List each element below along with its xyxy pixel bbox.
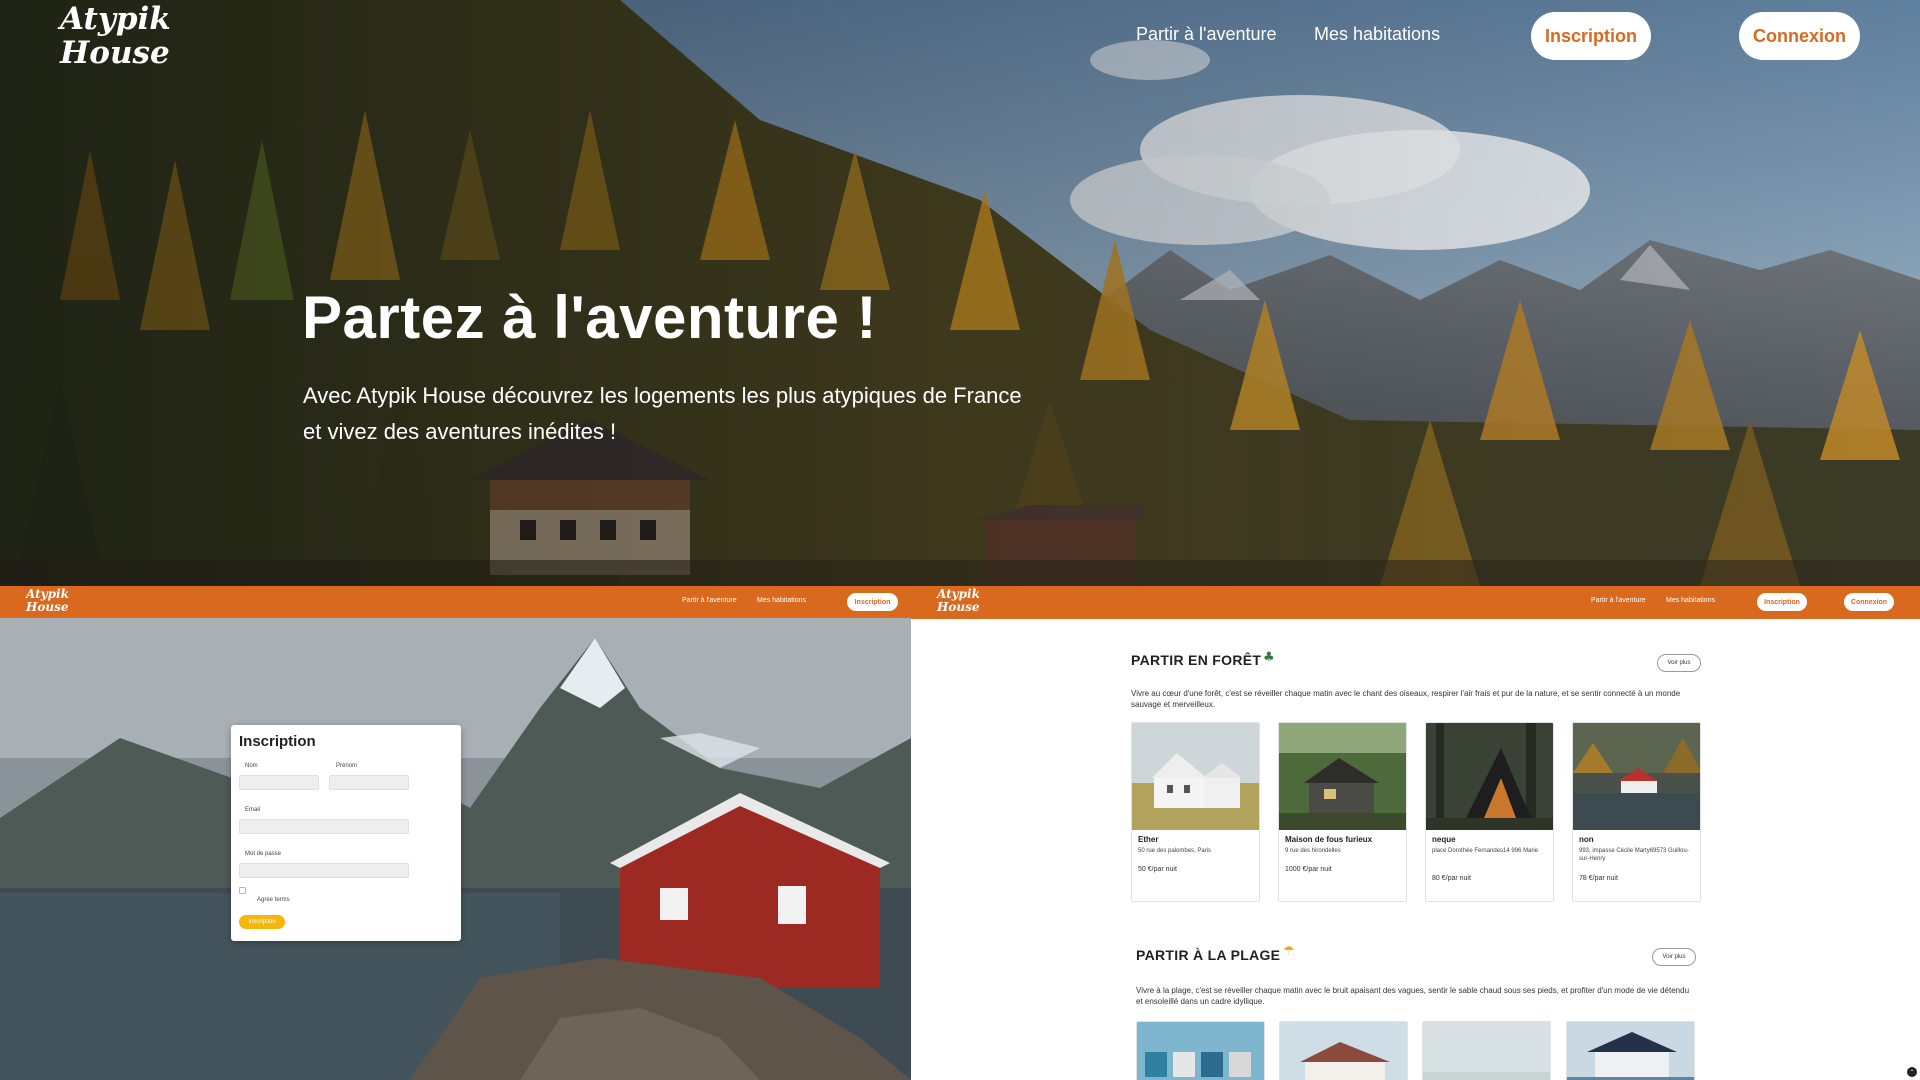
listing-name: Ether bbox=[1138, 835, 1159, 844]
listing-card[interactable]: non 993, impasse Cécile Marty69573 Guill… bbox=[1572, 722, 1701, 902]
mini-logo[interactable]: Atypik House bbox=[26, 588, 69, 614]
hero-subtitle: Avec Atypik House découvrez les logement… bbox=[303, 383, 1022, 444]
listing-address: 50 rue des palombes, Paris bbox=[1138, 848, 1212, 854]
umbrella-icon: ☂ bbox=[1283, 944, 1295, 959]
signup-button[interactable]: Inscription bbox=[1531, 12, 1651, 60]
email-label: Email bbox=[245, 807, 261, 813]
tree-icon: ♣ bbox=[1263, 650, 1275, 665]
listing-name: neque bbox=[1432, 835, 1456, 844]
listing-card[interactable] bbox=[1279, 1021, 1408, 1080]
listing-name: non bbox=[1579, 835, 1594, 844]
nav-link-homes[interactable]: Mes habitations bbox=[1314, 24, 1440, 45]
logo-line-2: House bbox=[26, 600, 69, 614]
nav-link-adventure[interactable]: Partir à l'aventure bbox=[1591, 597, 1646, 604]
login-button[interactable]: Connexion bbox=[1844, 593, 1894, 611]
listing-card[interactable] bbox=[1566, 1021, 1695, 1080]
nom-label: Nom bbox=[245, 763, 258, 769]
password-label: Mot de passe bbox=[245, 851, 282, 857]
hero-overlay bbox=[0, 0, 1920, 586]
listing-address: 993, impasse Cécile Marty69573 Guillou-s… bbox=[1579, 848, 1689, 862]
listing-card[interactable]: Maison de fous furieux 9 rue des hironde… bbox=[1278, 722, 1407, 902]
beach-see-more-button[interactable]: Voir plus bbox=[1652, 948, 1696, 966]
nav-link-homes[interactable]: Mes habitations bbox=[1666, 597, 1715, 604]
listing-card[interactable]: neque place Dorothée Fernandes14 996 Mar… bbox=[1425, 722, 1554, 902]
beach-description: Vivre à la plage, c'est se réveiller cha… bbox=[1136, 986, 1690, 1006]
composite-screenshot: Atypik House Partir à l'aventure Mes hab… bbox=[0, 0, 1920, 1080]
hero-section: Atypik House Partir à l'aventure Mes hab… bbox=[0, 0, 1920, 586]
form-title: Inscription bbox=[239, 733, 316, 750]
listing-photo bbox=[1426, 723, 1553, 830]
beach-section-title: PARTIR À LA PLAGE bbox=[1136, 947, 1281, 963]
nom-input[interactable] bbox=[239, 775, 319, 790]
listing-photo bbox=[1137, 1022, 1264, 1080]
hero-navbar: Partir à l'aventure Mes habitations Insc… bbox=[0, 0, 1920, 70]
listing-card[interactable] bbox=[1136, 1021, 1265, 1080]
listing-card[interactable]: Ether 50 rue des palombes, Paris 50 €/pa… bbox=[1131, 722, 1260, 902]
logo-line-2: House bbox=[937, 600, 980, 614]
listing-photo bbox=[1573, 723, 1700, 830]
listing-price: 78 €/par nuit bbox=[1579, 875, 1618, 882]
listings-page-preview: Atypik House Partir à l'aventure Mes hab… bbox=[911, 586, 1920, 1080]
terms-label: Agree terms bbox=[257, 897, 290, 903]
listing-photo bbox=[1132, 723, 1259, 830]
forest-description: Vivre au cœur d'une forêt, c'est se réve… bbox=[1131, 689, 1681, 709]
mini-logo[interactable]: Atypik House bbox=[937, 588, 980, 614]
nav-link-adventure[interactable]: Partir à l'aventure bbox=[1136, 24, 1277, 45]
signup-button[interactable]: Inscription bbox=[1757, 593, 1807, 611]
nav-link-homes[interactable]: Mes habitations bbox=[757, 597, 806, 604]
signup-submit-button[interactable]: Inscription bbox=[239, 915, 285, 929]
listing-address: 9 rue des hirondelles bbox=[1285, 848, 1341, 854]
signup-button[interactable]: Inscription bbox=[847, 593, 898, 611]
signup-page-preview: Atypik House Partir à l'aventure Mes hab… bbox=[0, 586, 911, 1080]
signup-page-navbar: Atypik House Partir à l'aventure Mes hab… bbox=[0, 586, 911, 618]
listing-photo bbox=[1423, 1022, 1550, 1080]
listing-address: place Dorothée Fernandes14 996 Marie bbox=[1432, 848, 1539, 854]
listing-photo bbox=[1567, 1022, 1694, 1080]
forest-see-more-button[interactable]: Voir plus bbox=[1657, 654, 1701, 672]
prenom-input[interactable] bbox=[329, 775, 409, 790]
listing-price: 50 €/par nuit bbox=[1138, 866, 1177, 873]
email-input[interactable] bbox=[239, 819, 409, 834]
nav-link-adventure[interactable]: Partir à l'aventure bbox=[682, 597, 737, 604]
signup-form-card: Inscription Nom Prénom Email Mot de pass… bbox=[231, 725, 461, 941]
listings-page-navbar: Atypik House Partir à l'aventure Mes hab… bbox=[911, 586, 1920, 619]
listing-price: 80 €/par nuit bbox=[1432, 875, 1471, 882]
listing-price: 1000 €/par nuit bbox=[1285, 866, 1332, 873]
listing-photo bbox=[1279, 723, 1406, 830]
listing-name: Maison de fous furieux bbox=[1285, 835, 1373, 844]
terms-checkbox[interactable] bbox=[239, 887, 246, 894]
scroll-top-icon[interactable]: ⌃ bbox=[1907, 1067, 1917, 1077]
listing-photo bbox=[1280, 1022, 1407, 1080]
login-button[interactable]: Connexion bbox=[1739, 12, 1860, 60]
password-input[interactable] bbox=[239, 863, 409, 878]
listing-card[interactable] bbox=[1422, 1021, 1551, 1080]
hero-title: Partez à l'aventure ! bbox=[302, 284, 877, 351]
prenom-label: Prénom bbox=[336, 763, 358, 769]
forest-section-title: PARTIR EN FORÊT bbox=[1131, 652, 1262, 668]
